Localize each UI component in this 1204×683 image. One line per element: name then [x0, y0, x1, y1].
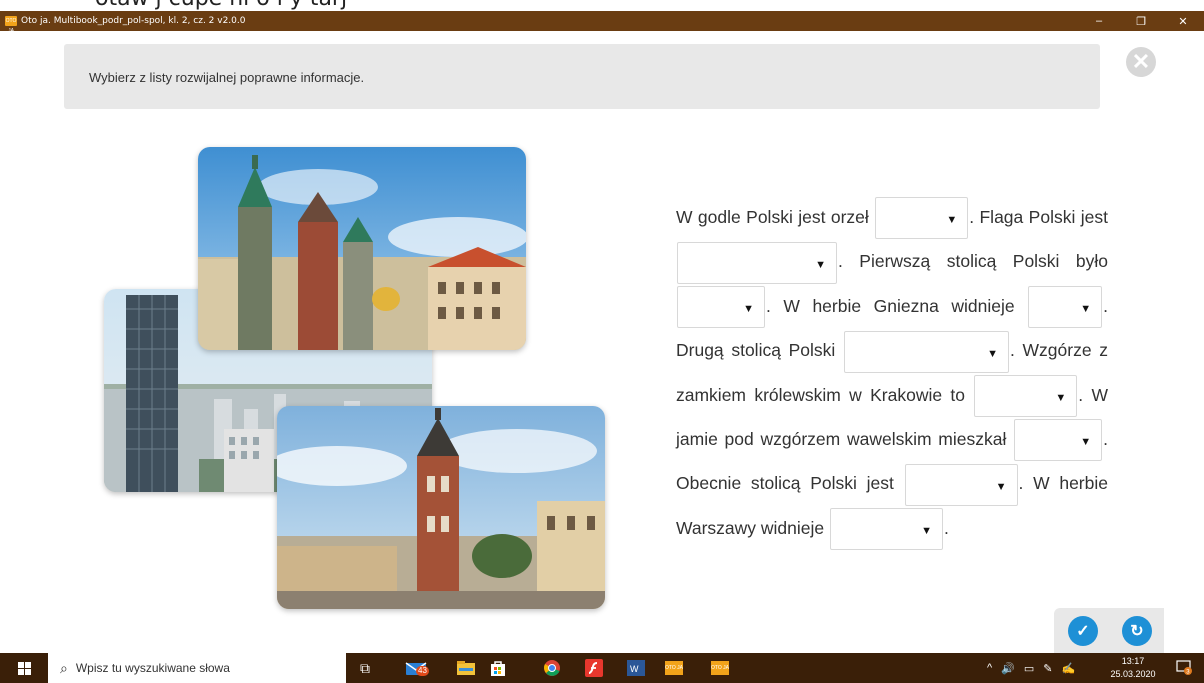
- top-strip: otaw j cupe ni o i y tarj: [0, 0, 1204, 11]
- dropdown-flag[interactable]: ▼: [677, 241, 837, 284]
- dropdown-eagle[interactable]: ▼: [875, 197, 969, 240]
- dropdown-current-capital[interactable]: ▼: [904, 463, 1018, 506]
- chevron-up-icon[interactable]: ^: [987, 662, 992, 674]
- flash-icon[interactable]: [583, 658, 605, 678]
- system-tray: ^ 🔊 ▭ ✎ ✍: [987, 653, 1084, 683]
- chrome-icon[interactable]: [541, 658, 563, 678]
- app-icon: OTO JA: [5, 16, 17, 34]
- chevron-down-icon: ▼: [1080, 436, 1092, 449]
- volume-icon[interactable]: 🔊: [1001, 662, 1015, 675]
- instruction-panel: Wybierz z listy rozwijalnej poprawne inf…: [64, 44, 1100, 109]
- oto-ja-app-icon[interactable]: OTO JA: [663, 658, 685, 678]
- clock-time: 13:17: [1121, 656, 1145, 666]
- minimize-button[interactable]: –: [1078, 11, 1120, 31]
- notification-center-icon[interactable]: 3: [1176, 659, 1192, 676]
- left-gutter: [0, 31, 56, 653]
- mail-badge: 43: [416, 666, 429, 676]
- text-segment-2: . Flaga Polski jest: [969, 207, 1108, 227]
- chevron-down-icon: ▼: [987, 347, 998, 360]
- chevron-down-icon: ▼: [743, 303, 754, 316]
- exercise-text: W godle Polski jest orzeł ▼ . Flaga Polsk…: [676, 195, 1108, 550]
- chevron-down-icon: ▼: [815, 258, 826, 271]
- oto-ja-app-icon-active[interactable]: OTO JA: [709, 658, 731, 678]
- window-title: Oto ja. Multibook_podr_pol-spol, kl. 2, …: [21, 16, 246, 26]
- checklist-icon: ✓: [1076, 623, 1090, 640]
- reset-button[interactable]: ↻: [1122, 616, 1152, 646]
- dropdown-gniezno-coat[interactable]: ▼: [1028, 286, 1103, 329]
- chevron-down-icon: ▼: [921, 525, 933, 537]
- close-exercise-button[interactable]: ✕: [1126, 47, 1156, 77]
- battery-icon[interactable]: ▭: [1024, 662, 1034, 675]
- maximize-button[interactable]: ❐: [1120, 11, 1162, 31]
- dropdown-first-capital[interactable]: ▼: [677, 286, 765, 329]
- dropdown-warsaw-coat[interactable]: ▼: [830, 508, 944, 550]
- svg-text:W: W: [630, 664, 639, 674]
- search-placeholder: Wpisz tu wyszukiwane słowa: [75, 661, 230, 675]
- title-bar: OTO JA Oto ja. Multibook_podr_pol-spol, …: [0, 11, 1204, 34]
- app-content: Wybierz z listy rozwijalnej poprawne inf…: [0, 31, 1204, 653]
- clock[interactable]: 13:17 25.03.2020: [1108, 655, 1158, 681]
- wawel-cathedral-photo: [198, 147, 526, 350]
- file-explorer-icon[interactable]: [455, 658, 477, 678]
- search-icon: ⌕: [60, 659, 68, 676]
- instruction-text: Wybierz z listy rozwijalnej poprawne inf…: [89, 70, 365, 85]
- chevron-down-icon: ▼: [995, 480, 1007, 493]
- close-icon: ✕: [1131, 49, 1151, 74]
- ink-workspace-icon[interactable]: ✍: [1062, 662, 1076, 675]
- chevron-down-icon: ▼: [1080, 303, 1092, 316]
- window-controls: – ❐ ✕: [1078, 11, 1204, 31]
- text-segment-10: .: [944, 517, 949, 538]
- taskbar: ⌕ Wpisz tu wyszukiwane słowa ⧉ 43 W OTO …: [0, 653, 1204, 683]
- text-segment-3: . Pierwszą stolicą Polski było: [838, 251, 1108, 272]
- word-icon[interactable]: W: [626, 658, 646, 678]
- oto-ja-label: OTO JA: [711, 661, 729, 675]
- dropdown-cave-dweller[interactable]: ▼: [1014, 419, 1103, 462]
- chevron-down-icon: ▼: [946, 214, 958, 227]
- exercise-controls: ✓ ↻: [1054, 608, 1164, 653]
- start-button[interactable]: [0, 653, 48, 683]
- refresh-icon: ↻: [1130, 623, 1144, 640]
- mail-icon[interactable]: 43: [403, 658, 429, 678]
- task-view-icon[interactable]: ⧉: [355, 658, 375, 678]
- oto-ja-label: OTO JA: [665, 661, 683, 675]
- dropdown-castle-hill[interactable]: ▼: [974, 374, 1078, 417]
- dropdown-second-capital[interactable]: ▼: [843, 330, 1009, 373]
- clock-date: 25.03.2020: [1110, 669, 1156, 679]
- text-segment-4: . W herbie Gniezna widnieje: [766, 295, 1015, 316]
- taskbar-search[interactable]: ⌕ Wpisz tu wyszukiwane słowa: [48, 653, 346, 683]
- chevron-down-icon: ▼: [1055, 391, 1067, 404]
- store-icon[interactable]: [488, 658, 508, 678]
- windows-logo-icon: [17, 661, 31, 675]
- screen: otaw j cupe ni o i y tarj OTO JA Oto ja.…: [0, 0, 1204, 683]
- text-segment-1: W godle Polski jest orzeł: [676, 207, 869, 227]
- check-answers-button[interactable]: ✓: [1068, 616, 1098, 646]
- top-strip-text: otaw j cupe ni o i y tarj: [95, 0, 347, 11]
- window-close-button[interactable]: ✕: [1162, 11, 1204, 31]
- pen-icon[interactable]: ✎: [1043, 662, 1052, 675]
- town-hall-tower-photo: [277, 406, 605, 609]
